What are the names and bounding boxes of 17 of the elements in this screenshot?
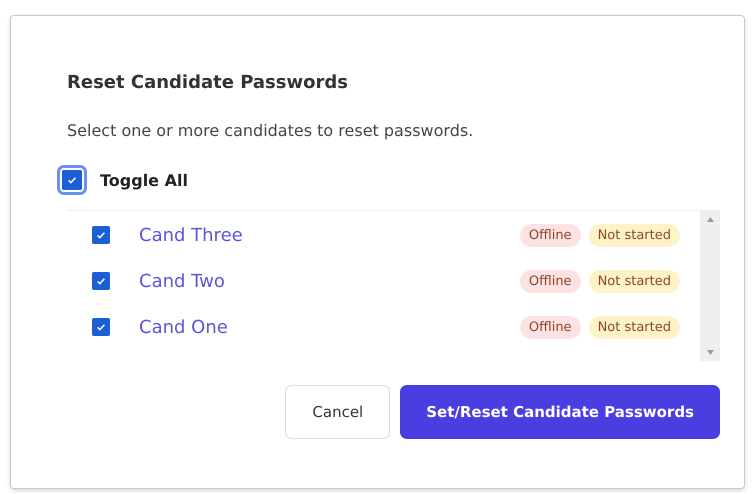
description-text: Select one or more candidates to reset passwords. <box>67 121 474 140</box>
toggle-all-label[interactable]: Toggle All <box>100 170 188 190</box>
candidate-name[interactable]: Cand One <box>139 316 512 338</box>
candidate-name[interactable]: Cand Two <box>139 270 512 292</box>
dialog-title: Reset Candidate Passwords <box>67 72 349 93</box>
status-badge: Not started <box>588 270 680 292</box>
cancel-button[interactable]: Cancel <box>285 385 390 439</box>
checkbox[interactable] <box>92 226 110 244</box>
status-badge: Not started <box>588 224 680 246</box>
status-badge: Not started <box>588 316 680 338</box>
status-badge: Offline <box>520 316 581 338</box>
checkbox[interactable] <box>92 272 110 290</box>
reset-passwords-button[interactable]: Set/Reset Candidate Passwords <box>400 385 720 439</box>
checkbox[interactable] <box>92 318 110 336</box>
candidate-name[interactable]: Cand Three <box>139 224 512 246</box>
status-badge: Offline <box>520 224 581 246</box>
status-badge: Offline <box>520 270 581 292</box>
